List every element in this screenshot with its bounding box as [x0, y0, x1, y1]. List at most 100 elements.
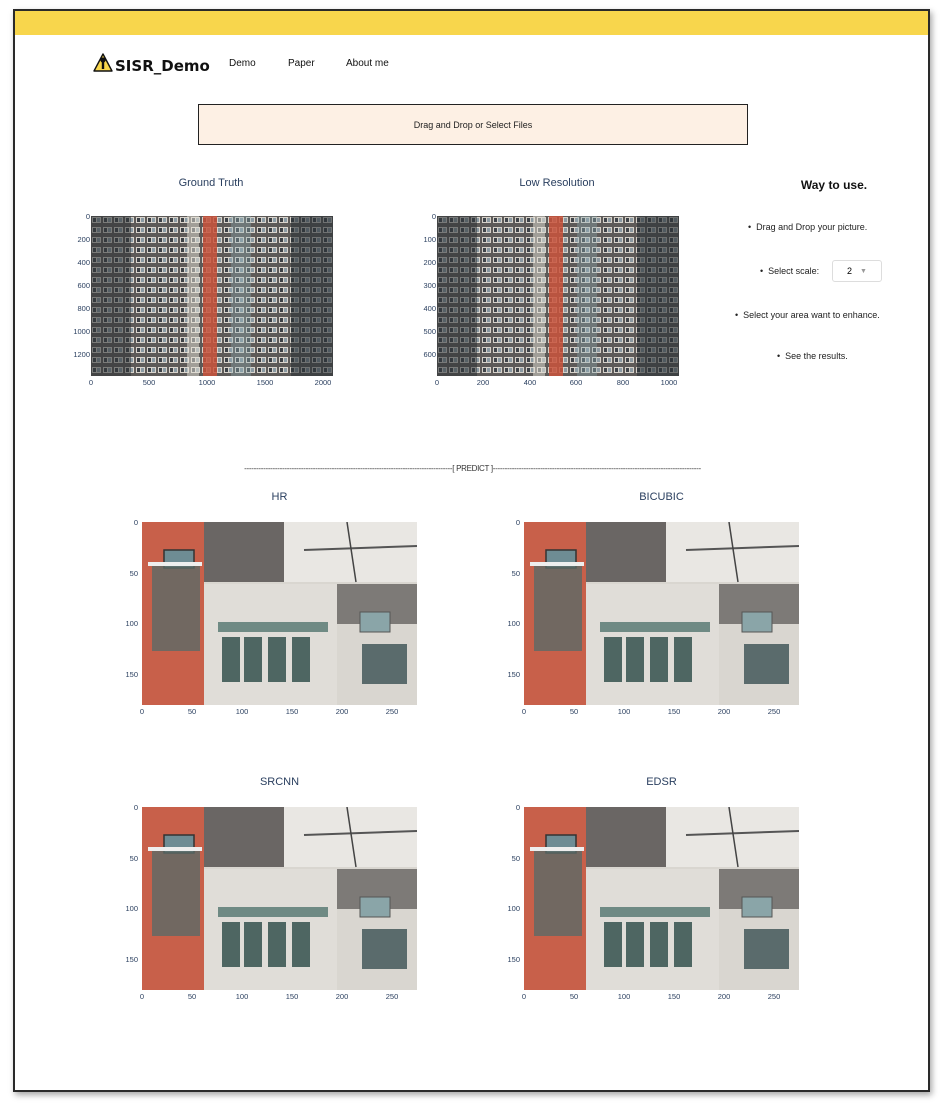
predict-image[interactable] — [142, 522, 417, 705]
instruction-text: Select your area want to enhance. — [743, 310, 880, 320]
y-tick: 0 — [431, 212, 436, 221]
y-tick: 400 — [77, 258, 90, 267]
plot-title: SRCNN — [259, 776, 300, 788]
x-tick: 600 — [569, 378, 583, 387]
y-tick: 0 — [85, 212, 90, 221]
y-tick: 200 — [423, 258, 436, 267]
predict-image[interactable] — [524, 807, 799, 990]
instruction-text: Drag and Drop your picture. — [756, 222, 868, 232]
x-tick: 150 — [667, 992, 681, 1001]
chevron-down-icon: ▼ — [860, 267, 867, 275]
instructions-title: Way to use. — [800, 178, 868, 192]
y-tick: 500 — [423, 327, 436, 336]
x-tick: 0 — [521, 707, 527, 716]
predict-image[interactable] — [524, 522, 799, 705]
y-tick: 0 — [133, 518, 138, 527]
x-tick: 150 — [285, 707, 299, 716]
y-tick: 150 — [125, 954, 138, 964]
x-tick: 1500 — [256, 378, 274, 387]
x-tick: 250 — [385, 992, 399, 1001]
y-tick: 600 — [423, 350, 436, 359]
x-tick: 2000 — [314, 378, 332, 387]
predict-label: [ PREDICT ] — [452, 464, 493, 473]
plot-title: Ground Truth — [178, 177, 244, 189]
y-tick: 50 — [129, 853, 138, 863]
scale-select[interactable]: 2 ▼ — [832, 260, 882, 282]
y-tick: 50 — [511, 568, 520, 578]
y-tick: 100 — [423, 235, 436, 244]
x-tick: 100 — [617, 707, 631, 716]
x-tick: 50 — [569, 707, 579, 716]
instruction-item: • See the results. — [777, 351, 848, 361]
y-tick: 100 — [507, 619, 520, 629]
plot-title: BICUBIC — [639, 491, 684, 503]
y-tick: 50 — [511, 853, 520, 863]
y-tick: 100 — [125, 619, 138, 629]
instruction-item: • Select your area want to enhance. — [735, 310, 880, 320]
y-tick: 1200 — [73, 350, 90, 359]
x-tick: 200 — [717, 707, 731, 716]
y-tick: 0 — [133, 803, 138, 812]
warning-sign-icon — [93, 53, 113, 78]
y-tick: 300 — [423, 281, 436, 290]
x-tick: 500 — [142, 378, 156, 387]
app-name: SISR_Demo — [115, 56, 210, 75]
nav-paper[interactable]: Paper — [288, 58, 315, 69]
plot-title: EDSR — [646, 776, 677, 788]
x-tick: 1000 — [198, 378, 216, 387]
x-tick: 50 — [187, 707, 197, 716]
scale-value: 2 — [847, 266, 853, 276]
upload-label: Drag and Drop or Select Files — [413, 119, 533, 130]
x-tick: 50 — [569, 992, 579, 1001]
x-tick: 150 — [285, 992, 299, 1001]
x-tick: 100 — [235, 707, 249, 716]
y-tick: 1000 — [73, 327, 90, 336]
x-tick: 250 — [385, 707, 399, 716]
y-tick: 0 — [515, 518, 520, 527]
x-tick: 0 — [139, 707, 145, 716]
y-tick: 50 — [129, 568, 138, 578]
instruction-item: • Drag and Drop your picture. — [748, 222, 868, 232]
plot-title: Low Resolution — [519, 177, 595, 189]
plot-title: HR — [271, 491, 288, 503]
x-tick: 100 — [617, 992, 631, 1001]
x-tick: 0 — [139, 992, 145, 1001]
ground-truth-image[interactable] — [91, 216, 333, 376]
predict-divider: ----------------------------------------… — [244, 464, 701, 473]
y-tick: 800 — [77, 304, 90, 313]
y-tick: 200 — [77, 235, 90, 244]
app-window: SISR_Demo Demo Paper About me Drag and D… — [13, 9, 930, 1092]
x-tick: 200 — [476, 378, 490, 387]
x-tick: 100 — [235, 992, 249, 1001]
x-tick: 250 — [767, 707, 781, 716]
x-tick: 50 — [187, 992, 197, 1001]
x-tick: 800 — [616, 378, 630, 387]
x-tick: 0 — [434, 378, 440, 387]
instruction-text: See the results. — [785, 351, 848, 361]
nav-demo[interactable]: Demo — [229, 58, 256, 69]
app-logo[interactable]: SISR_Demo — [93, 53, 210, 78]
x-tick: 0 — [88, 378, 94, 387]
nav-about-me[interactable]: About me — [346, 58, 389, 69]
y-tick: 150 — [507, 669, 520, 679]
x-tick: 250 — [767, 992, 781, 1001]
x-tick: 200 — [335, 992, 349, 1001]
instruction-text: Select scale: — [768, 266, 820, 276]
predict-image[interactable] — [142, 807, 417, 990]
x-tick: 1000 — [660, 378, 678, 387]
y-tick: 400 — [423, 304, 436, 313]
x-tick: 400 — [523, 378, 537, 387]
instruction-item: • Select scale: — [760, 266, 820, 276]
x-tick: 200 — [717, 992, 731, 1001]
y-tick: 150 — [507, 954, 520, 964]
x-tick: 200 — [335, 707, 349, 716]
y-tick: 150 — [125, 669, 138, 679]
file-upload-dropzone[interactable]: Drag and Drop or Select Files — [198, 104, 748, 145]
y-tick: 0 — [515, 803, 520, 812]
y-tick: 100 — [507, 904, 520, 914]
x-tick: 0 — [521, 992, 527, 1001]
low-resolution-image[interactable] — [437, 216, 679, 376]
x-tick: 150 — [667, 707, 681, 716]
y-tick: 600 — [77, 281, 90, 290]
top-accent-bar — [15, 11, 928, 35]
